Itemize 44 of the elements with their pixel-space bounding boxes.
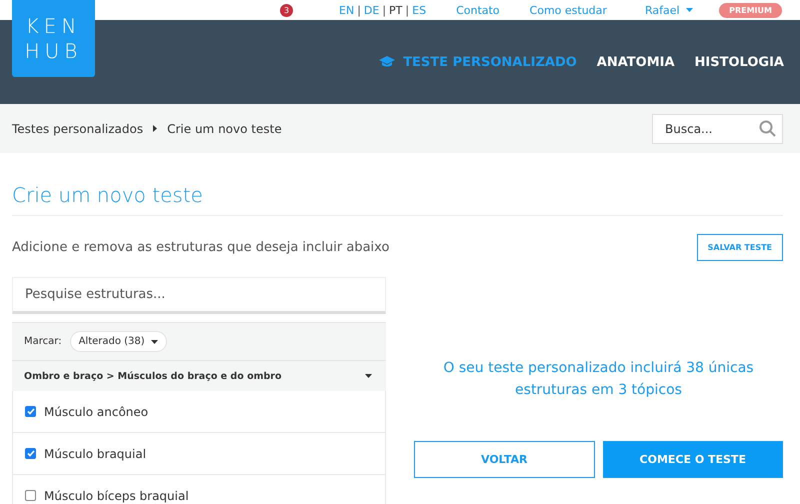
logo[interactable]: KEN HUB [12,0,95,77]
caret-icon [365,374,372,378]
separator: | [357,4,361,16]
chevron-right-icon [153,125,158,132]
nav-link[interactable]: Contato [456,4,500,16]
language-link[interactable]: EN [339,4,354,16]
topic-header[interactable]: Ombro e braço > Músculos do braço e do ombro [12,360,386,391]
nav-link[interactable]: Como estudar [530,4,607,16]
start-button[interactable]: COMECE O TESTE [602,441,783,478]
language-link[interactable]: PT [389,4,402,16]
nav-tab[interactable]: HISTOLOGIA [694,54,784,70]
breadcrumb-link[interactable]: Testes personalizados [12,122,144,136]
search-field[interactable]: Busca... [652,114,783,144]
summary-text: O seu teste personalizado incluirá 38 únicas estruturas em 3 tópicos [442,359,755,400]
separator: | [405,4,410,16]
search-icon [759,120,776,136]
language-link[interactable]: DE [364,4,380,16]
breadcrumb-current: Crie um novo teste [167,122,282,136]
premium-badge[interactable]: PREMIUM [719,2,782,18]
filter-label: Marcar: [24,336,62,347]
nav-tab[interactable]: ANATOMIA [596,54,675,70]
graduation-cap-icon [379,56,396,68]
structure-item[interactable]: Músculo ancôneo [12,391,386,433]
language-link[interactable]: ES [412,4,426,16]
page-title: Crie um novo teste [12,153,783,216]
save-button[interactable]: SALVAR TESTE [696,234,783,261]
caret-icon [686,8,693,12]
separator: | [382,4,386,16]
structure-item[interactable]: Músculo braquial [12,433,386,475]
filter-dropdown[interactable]: Alterado (38) [70,331,167,352]
structure-item[interactable]: Músculo bíceps braquial [12,475,386,504]
checkbox[interactable] [25,490,36,501]
instructions: Adicione e remova as estruturas que deseja incluir abaixo [12,240,390,255]
structure-label: Músculo braquial [44,446,146,460]
structure-label: Músculo ancôneo [44,404,148,418]
user-menu[interactable]: Rafael [644,4,693,16]
caret-icon [150,340,158,344]
notification-badge[interactable]: 3 [280,4,293,16]
structure-label: Músculo bíceps braquial [44,488,189,502]
checkbox[interactable] [25,406,36,417]
checkbox[interactable] [25,448,36,459]
nav-tab[interactable]: TESTE PERSONALIZADO [379,54,577,70]
back-button[interactable]: VOLTAR [414,441,594,478]
structure-search-field[interactable]: Pesquise estruturas... [12,277,386,314]
